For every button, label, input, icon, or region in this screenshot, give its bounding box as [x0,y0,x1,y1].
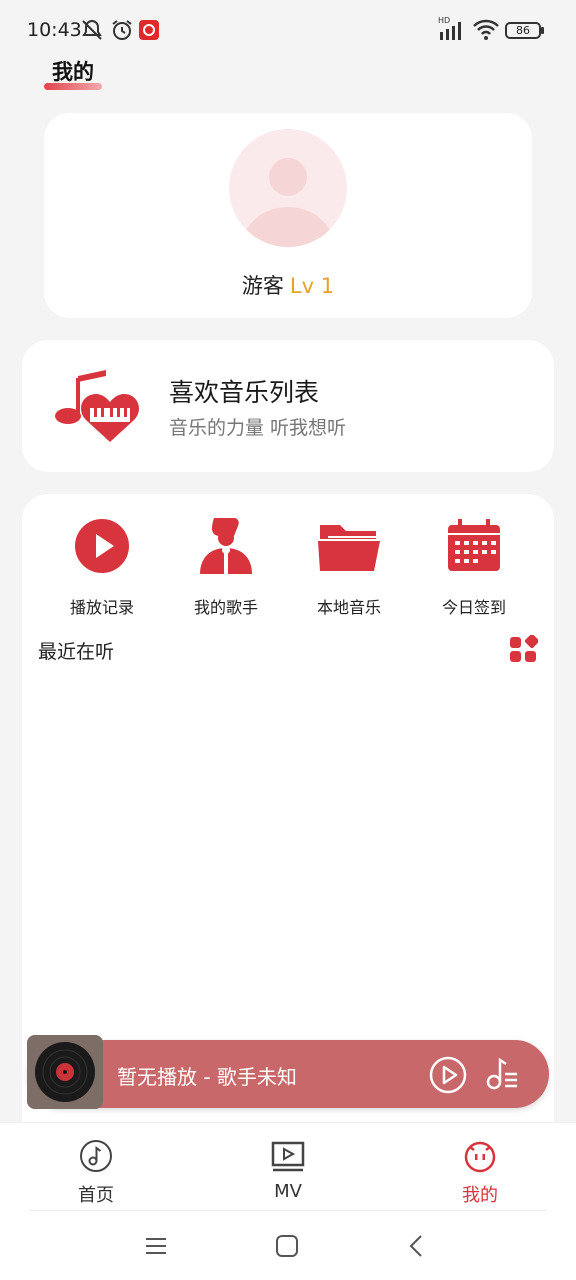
signal-icon: HD [438,14,466,46]
quick-action-label: 今日签到 [441,598,506,617]
now-playing-text: 暂无播放 - 歌手未知 [117,1065,297,1089]
nav-label: 首页 [78,1185,114,1206]
home-icon[interactable] [275,1234,299,1262]
nav-mine[interactable]: 我的 [420,1139,540,1207]
alarm-icon [110,18,134,46]
album-cover[interactable] [27,1035,103,1109]
play-button[interactable] [429,1056,467,1098]
favorites-title: 喜欢音乐列表 [169,378,320,407]
favorites-subtitle: 音乐的力量 听我想听 [169,417,347,439]
svg-text:HD: HD [438,16,450,25]
music-note-icon [36,1139,156,1177]
folder-icon [289,514,409,578]
nav-label: MV [274,1181,302,1202]
quick-action-play-history[interactable]: 播放记录 [42,514,162,618]
playlist-button[interactable] [485,1056,519,1094]
quick-action-label: 我的歌手 [193,598,258,617]
profile-card[interactable]: 游客 Lv 1 [44,113,532,318]
play-circle-icon [42,514,162,578]
back-icon[interactable] [405,1234,429,1262]
quick-action-my-singers[interactable]: 我的歌手 [166,514,286,618]
nav-mv[interactable]: MV [228,1139,348,1202]
title-underline [44,83,102,90]
user-level: Lv 1 [289,274,335,298]
grid-icon[interactable] [510,634,539,667]
app-notification-icon [139,20,159,44]
quick-action-label: 本地音乐 [316,598,381,617]
avatar[interactable] [229,129,347,247]
status-bar: 10:43 HD 86 [0,0,576,60]
system-nav-bar [0,1212,576,1280]
wifi-icon [472,17,500,45]
nav-home[interactable]: 首页 [36,1139,156,1207]
menu-icon[interactable] [144,1234,168,1262]
quick-action-daily-checkin[interactable]: 今日签到 [414,514,534,618]
heart-piano-icon [50,368,140,448]
singer-icon [166,514,286,578]
user-name: 游客 [241,274,284,298]
face-icon [420,1139,540,1177]
mute-notification-icon [80,18,104,46]
favorites-card[interactable]: 喜欢音乐列表 音乐的力量 听我想听 [22,340,554,472]
nav-divider [30,1210,546,1211]
battery-indicator: 86 [505,22,544,39]
status-time: 10:43 [27,19,82,41]
page-title: 我的 [52,60,94,84]
recent-title: 最近在听 [38,641,115,663]
nav-label: 我的 [462,1185,498,1206]
video-icon [228,1139,348,1177]
user-info: 游客 Lv 1 [44,270,532,300]
bottom-nav: 首页 MV 我的 [0,1122,576,1212]
quick-action-label: 播放记录 [69,598,134,617]
calendar-icon [414,514,534,578]
quick-action-local-music[interactable]: 本地音乐 [289,514,409,618]
mini-player[interactable]: 暂无播放 - 歌手未知 [27,1035,549,1109]
